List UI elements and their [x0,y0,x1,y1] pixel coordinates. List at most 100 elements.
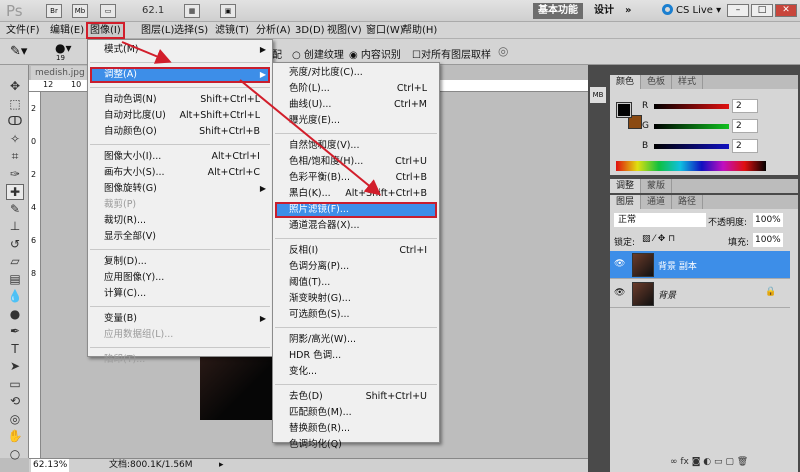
red-slider[interactable] [654,104,729,109]
create-texture-radio[interactable]: ○ 创建纹理 [292,46,344,61]
arrange-documents-button[interactable]: ▦ [184,4,200,18]
shape-tool-icon[interactable]: ▭ [6,377,24,393]
fill-input[interactable]: 100% [753,233,783,247]
blue-slider[interactable] [654,144,729,149]
lock-icons[interactable]: ▨ ⁄ ✥ ⊓ [642,234,675,244]
healing-brush-tool-icon[interactable]: ✚ [6,184,24,200]
red-value-input[interactable]: 2 [732,99,758,113]
mini-bridge-button[interactable]: Mb [72,4,88,18]
menu-item[interactable]: 曲线(U)...Ctrl+M [275,97,437,113]
restore-button[interactable]: □ [751,4,773,17]
menu-item[interactable]: 反相(I)Ctrl+I [275,243,437,259]
menu-item[interactable]: 图像旋转(G)▶ [90,181,270,197]
pressure-icon[interactable]: ◎ [498,44,508,58]
hand-tool-icon[interactable]: ✋ [6,429,24,445]
opacity-input[interactable]: 100% [753,213,783,227]
menu-item[interactable]: 自动对比度(U)Alt+Shift+Ctrl+L [90,108,270,124]
menu-item[interactable]: 自动色调(N)Shift+Ctrl+L [90,92,270,108]
minimize-button[interactable]: – [727,4,749,17]
move-tool-icon[interactable]: ✥ [6,79,24,95]
menu-3[interactable]: 图层(L) [139,24,176,37]
zoom-tool-icon[interactable]: ○ [6,447,24,463]
eraser-tool-icon[interactable]: ▱ [6,254,24,270]
blend-mode-select[interactable]: 正常 [614,213,706,227]
menu-item[interactable]: 阴影/高光(W)... [275,332,437,348]
foreground-color-swatch[interactable] [617,103,631,117]
menu-item[interactable]: 调整(A)▶ [90,67,270,83]
menu-item[interactable]: 色调分离(P)... [275,259,437,275]
tab-adjustments[interactable]: 调整 [610,179,641,193]
more-workspaces-button[interactable]: » [625,3,631,19]
menu-item[interactable]: 去色(D)Shift+Ctrl+U [275,389,437,405]
menu-5[interactable]: 滤镜(T) [213,24,251,37]
menu-item[interactable]: 色阶(L)...Ctrl+L [275,81,437,97]
tab-masks[interactable]: 蒙版 [641,179,672,193]
menu-item[interactable]: 应用图像(Y)... [90,270,270,286]
eye-icon[interactable]: 👁 [614,288,625,298]
3d-orbit-tool-icon[interactable]: ◎ [6,412,24,428]
menu-item[interactable]: 自动颜色(O)Shift+Ctrl+B [90,124,270,140]
document-tab[interactable]: medish.jpg @ [31,66,91,80]
eye-icon[interactable]: 👁 [614,259,625,269]
menu-item[interactable]: 亮度/对比度(C)... [275,65,437,81]
type-tool-icon[interactable]: T [6,342,24,358]
eyedropper-tool-icon[interactable]: ✑ [6,167,24,183]
tab-swatches[interactable]: 色板 [641,75,672,89]
menu-item[interactable]: 模式(M)▶ [90,42,270,58]
workspace-essentials-button[interactable]: 基本功能 [533,3,583,19]
blur-tool-icon[interactable]: 💧 [6,289,24,305]
layer-row[interactable]: 👁背景 副本 [610,251,790,279]
menu-item[interactable]: 画布大小(S)...Alt+Ctrl+C [90,165,270,181]
tab-styles[interactable]: 样式 [672,75,703,89]
menu-item[interactable]: 色调均化(Q) [275,437,437,453]
menu-item[interactable]: 黑白(K)...Alt+Shift+Ctrl+B [275,186,437,202]
brush-preset-picker[interactable]: ●▾ [55,41,72,55]
menu-item[interactable]: 阈值(T)... [275,275,437,291]
menu-item[interactable]: 计算(C)... [90,286,270,302]
status-menu-arrow[interactable]: ▸ [219,459,224,472]
blue-value-input[interactable]: 2 [732,139,758,153]
menu-item[interactable]: 色相/饱和度(H)...Ctrl+U [275,154,437,170]
green-value-input[interactable]: 2 [732,119,758,133]
menu-item[interactable]: 可选颜色(S)... [275,307,437,323]
tab-channels[interactable]: 通道 [641,195,672,209]
clone-stamp-tool-icon[interactable]: ⊥ [6,219,24,235]
view-extras-button[interactable]: ▭ [100,4,116,18]
menu-item[interactable]: 渐变映射(G)... [275,291,437,307]
zoom-level-select[interactable]: 62.1 [142,5,164,16]
gradient-tool-icon[interactable]: ▤ [6,272,24,288]
bridge-button[interactable]: Br [46,4,62,18]
status-zoom[interactable]: 62.13% [31,459,69,472]
tab-color[interactable]: 颜色 [610,75,641,89]
menu-10[interactable]: 帮助(H) [400,24,439,37]
menu-item[interactable]: 显示全部(V) [90,229,270,245]
menu-0[interactable]: 文件(F) [4,24,42,37]
menu-6[interactable]: 分析(A) [254,24,293,37]
brush-tool-icon[interactable]: ✎ [6,202,24,218]
menu-item[interactable]: 自然饱和度(V)... [275,138,437,154]
menu-item[interactable]: 裁切(R)... [90,213,270,229]
spot-healing-brush-icon[interactable]: ✎▾ [10,44,27,59]
lasso-tool-icon[interactable]: ↀ [6,114,24,130]
path-selection-tool-icon[interactable]: ➤ [6,359,24,375]
menu-item[interactable]: 通道混合器(X)... [275,218,437,234]
background-color-swatch[interactable] [628,115,642,129]
menu-item[interactable]: 图像大小(I)...Alt+Ctrl+I [90,149,270,165]
workspace-design-button[interactable]: 设计 [594,3,614,19]
layer-row[interactable]: 👁背景🔒 [610,280,790,308]
3d-rotate-tool-icon[interactable]: ⟲ [6,394,24,410]
menu-1[interactable]: 编辑(E) [48,24,86,37]
green-slider[interactable] [654,124,729,129]
menu-item[interactable]: 变量(B)▶ [90,311,270,327]
cs-live-button[interactable]: CS Live ▾ [662,3,721,19]
close-button[interactable]: ✕ [775,4,797,17]
crop-tool-icon[interactable]: ⌗ [6,149,24,165]
menu-7[interactable]: 3D(D) [293,24,327,37]
marquee-tool-icon[interactable]: ⬚ [6,97,24,113]
menu-item[interactable]: 复制(D)... [90,254,270,270]
layer-actions[interactable]: ∞ fx ◙ ◐ ▭ ▢ 🗑 [670,457,748,467]
menu-item[interactable]: 照片滤镜(F)... [275,202,437,218]
history-brush-tool-icon[interactable]: ↺ [6,237,24,253]
color-ramp[interactable] [616,161,766,171]
tab-paths[interactable]: 路径 [672,195,703,209]
